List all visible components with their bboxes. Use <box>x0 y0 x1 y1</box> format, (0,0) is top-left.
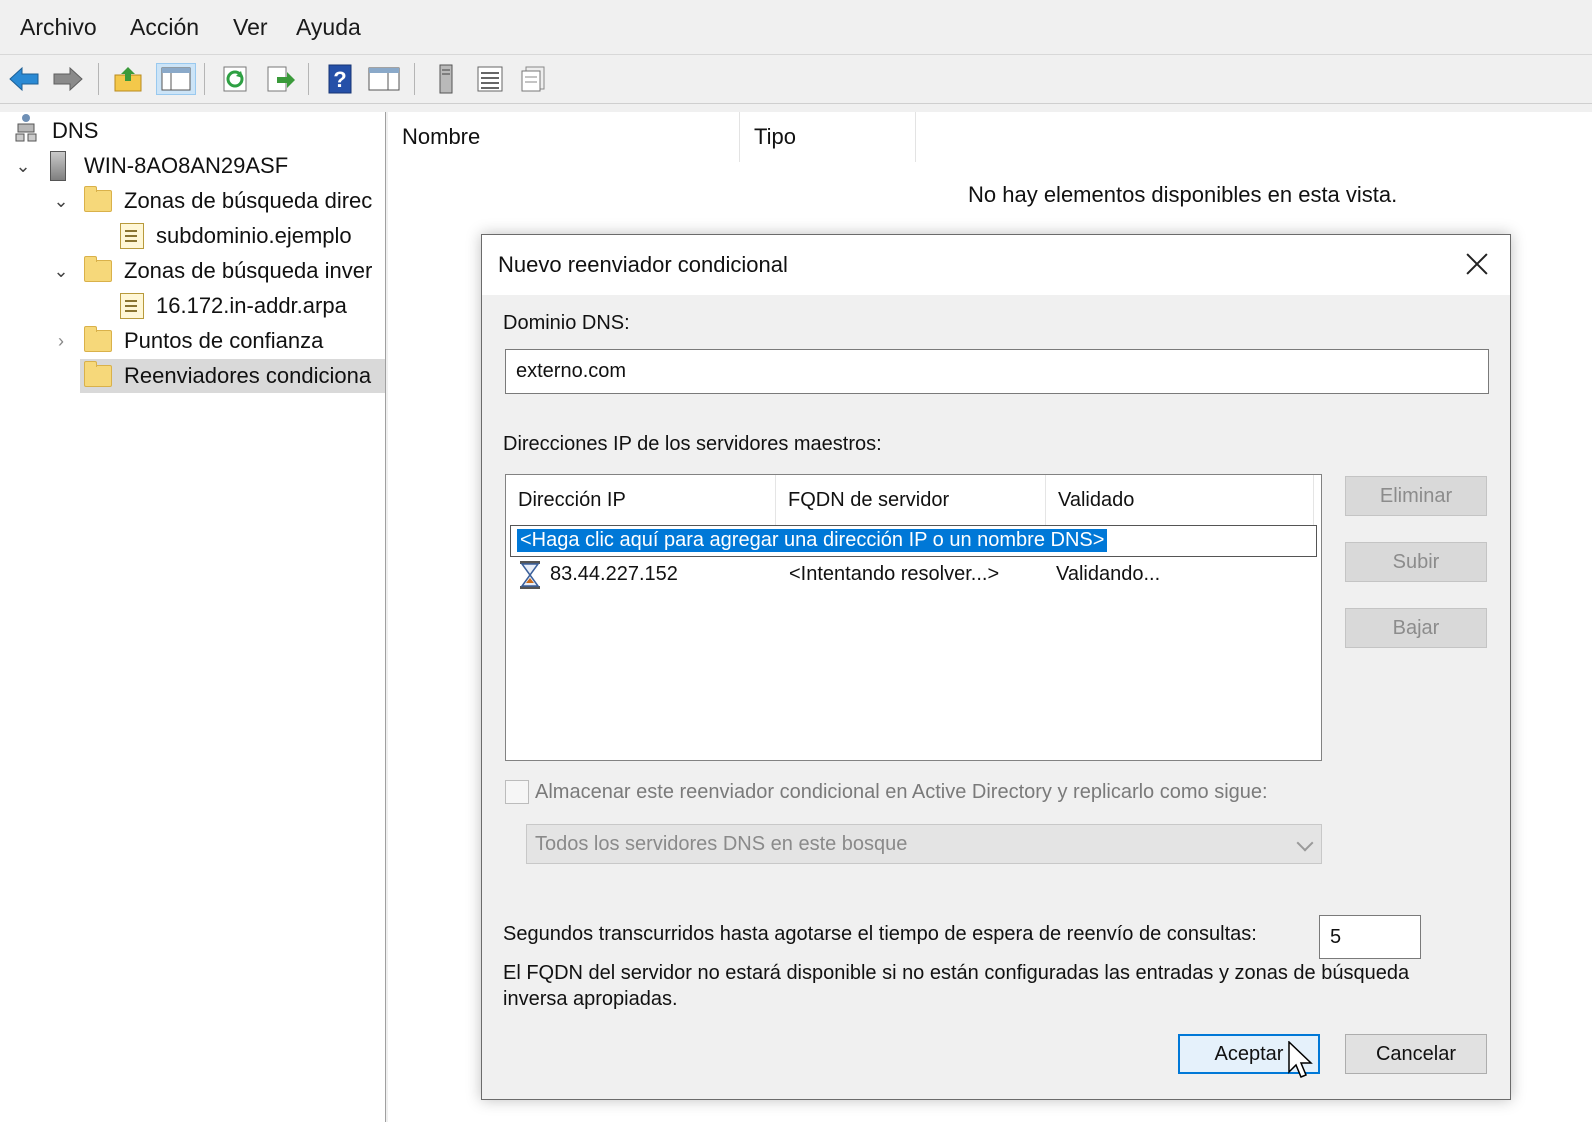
toolbar-separator <box>98 63 99 95</box>
chevron-down-icon[interactable]: ⌄ <box>50 261 72 282</box>
menu-bar: Archivo Acción Ver Ayuda <box>0 0 1592 55</box>
up-folder-icon[interactable] <box>112 63 144 95</box>
tree-label: 16.172.in-addr.arpa <box>156 293 347 318</box>
store-in-ad-label: Almacenar este reenviador condicional en… <box>535 781 1268 803</box>
master-servers-label: Direcciones IP de los servidores maestro… <box>503 433 882 455</box>
chevron-down-icon <box>1296 834 1314 852</box>
master-servers-list[interactable]: Dirección IP FQDN de servidor Validado <… <box>505 474 1322 761</box>
tree-label: Puntos de confianza <box>124 328 324 353</box>
menu-accion[interactable]: Acción <box>130 14 199 41</box>
chevron-right-icon[interactable]: › <box>50 331 72 352</box>
show-action-pane-icon[interactable] <box>368 63 400 95</box>
back-arrow-icon[interactable] <box>8 63 40 95</box>
tree-item-dns[interactable]: DNS <box>14 114 98 148</box>
tree-item-zone-reverse[interactable]: 16.172.in-addr.arpa <box>120 289 347 323</box>
row-fqdn: <Intentando resolver...> <box>789 563 1000 585</box>
tree-label: Zonas de búsqueda direc <box>124 188 373 213</box>
toolbar-separator <box>414 63 415 95</box>
export-list-icon[interactable] <box>264 63 296 95</box>
server-icon <box>50 151 66 181</box>
subir-button[interactable]: Subir <box>1345 542 1487 582</box>
bajar-button[interactable]: Bajar <box>1345 608 1487 648</box>
column-header-tipo[interactable]: Tipo <box>740 112 916 162</box>
tree-item-forward-zones[interactable]: ⌄ Zonas de búsqueda direc <box>50 184 372 218</box>
toolbar: ? <box>0 55 1592 104</box>
refresh-icon[interactable] <box>220 63 252 95</box>
tree-label: Zonas de búsqueda inver <box>124 258 373 283</box>
chevron-down-icon[interactable]: ⌄ <box>50 191 72 212</box>
empty-view-message: No hay elementos disponibles en esta vis… <box>968 182 1398 207</box>
timeout-input[interactable]: 5 <box>1319 915 1421 959</box>
column-header-ip[interactable]: Dirección IP <box>506 475 776 525</box>
forward-arrow-icon[interactable] <box>52 63 84 95</box>
add-ip-row[interactable]: <Haga clic aquí para agregar una direcci… <box>510 525 1317 557</box>
svg-text:?: ? <box>333 67 346 92</box>
folder-icon <box>84 361 112 387</box>
server-icon[interactable] <box>430 63 462 95</box>
folder-icon <box>84 256 112 282</box>
dialog-title-bar: Nuevo reenviador condicional <box>482 235 1510 295</box>
cancelar-button[interactable]: Cancelar <box>1345 1034 1487 1074</box>
column-header-nombre[interactable]: Nombre <box>388 112 740 162</box>
column-header-fqdn[interactable]: FQDN de servidor <box>776 475 1046 525</box>
toolbar-separator <box>308 63 309 95</box>
folder-icon <box>84 326 112 352</box>
tree-item-trust-points[interactable]: › Puntos de confianza <box>50 324 323 358</box>
tree-label: DNS <box>52 118 99 143</box>
column-header-validated[interactable]: Validado <box>1046 475 1314 525</box>
fqdn-note-line2: inversa apropiadas. <box>503 988 678 1010</box>
mouse-cursor-icon <box>1288 1040 1314 1086</box>
tree-item-zone-subdominio[interactable]: subdominio.ejemplo <box>120 219 352 253</box>
zone-file-icon <box>120 293 144 319</box>
close-icon[interactable] <box>1460 247 1494 281</box>
store-in-ad-checkbox[interactable] <box>505 780 529 804</box>
dns-domain-label: Dominio DNS: <box>503 312 630 334</box>
tree-label: Reenviadores condiciona <box>124 363 372 388</box>
new-conditional-forwarder-dialog: Nuevo reenviador condicional Dominio DNS… <box>481 234 1511 1100</box>
tree-item-conditional-forwarders[interactable]: Reenviadores condiciona <box>80 359 385 393</box>
chevron-down-icon[interactable]: ⌄ <box>12 156 34 177</box>
tree-label: subdominio.ejemplo <box>156 223 352 248</box>
dialog-title: Nuevo reenviador condicional <box>498 252 788 277</box>
toolbar-separator <box>204 63 205 95</box>
row-validated: Validando... <box>1056 563 1161 585</box>
help-icon[interactable]: ? <box>324 63 356 95</box>
menu-archivo[interactable]: Archivo <box>20 14 97 41</box>
list-view-icon[interactable] <box>474 63 506 95</box>
menu-ver[interactable]: Ver <box>233 14 268 41</box>
show-hide-console-tree-icon[interactable] <box>156 63 196 95</box>
menu-ayuda[interactable]: Ayuda <box>296 14 361 41</box>
zone-file-icon <box>120 223 144 249</box>
replication-scope-select[interactable]: Todos los servidores DNS en este bosque <box>526 824 1322 864</box>
fqdn-note-line1: El FQDN del servidor no estará disponibl… <box>503 962 1410 984</box>
dns-domain-input[interactable]: externo.com <box>505 349 1489 394</box>
timeout-label: Segundos transcurridos hasta agotarse el… <box>503 923 1257 945</box>
tree-label: WIN-8AO8AN29ASF <box>84 153 289 178</box>
replication-scope-value: Todos los servidores DNS en este bosque <box>535 832 908 855</box>
tree-item-reverse-zones[interactable]: ⌄ Zonas de búsqueda inver <box>50 254 372 288</box>
folder-icon <box>84 186 112 212</box>
hourglass-icon <box>519 561 541 589</box>
tree-item-server[interactable]: ⌄ WIN-8AO8AN29ASF <box>12 149 288 183</box>
detail-view-icon[interactable] <box>518 63 550 95</box>
row-ip: 83.44.227.152 <box>550 563 678 585</box>
add-ip-placeholder[interactable]: <Haga clic aquí para agregar una direcci… <box>517 529 1108 552</box>
eliminar-button[interactable]: Eliminar <box>1345 476 1487 516</box>
console-tree: DNS ⌄ WIN-8AO8AN29ASF ⌄ Zonas de búsqued… <box>0 112 386 1122</box>
dns-network-icon <box>14 113 40 149</box>
